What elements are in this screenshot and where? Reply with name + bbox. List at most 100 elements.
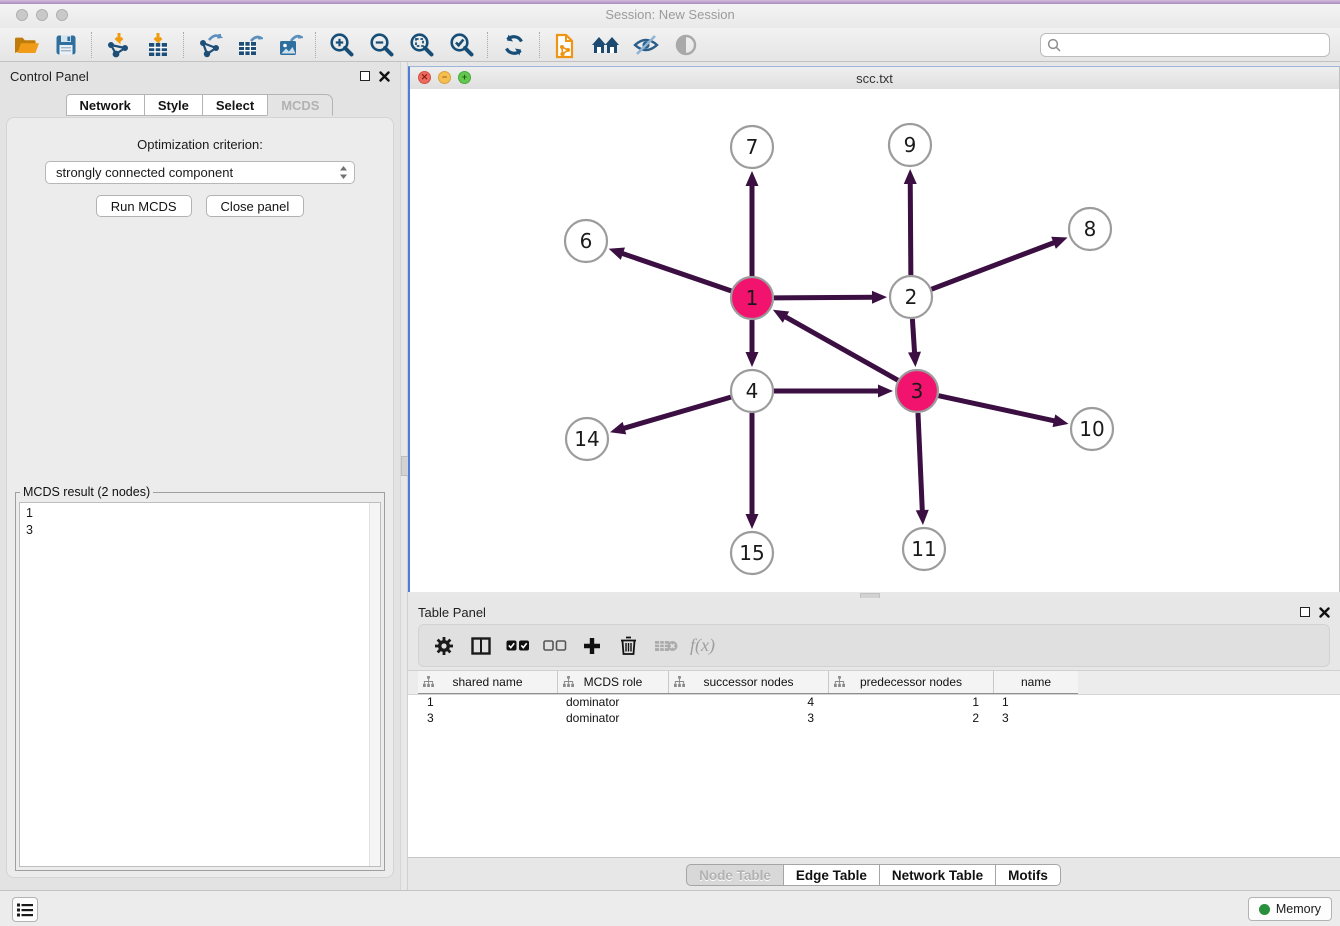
toolbar-separator (183, 32, 185, 58)
network-graph[interactable]: 7968124314101511 (410, 89, 1340, 592)
show-all-button[interactable] (666, 30, 706, 60)
eye-slash-icon (632, 33, 660, 57)
export-network-icon (197, 32, 223, 58)
zoom-fit-button[interactable] (402, 30, 442, 60)
close-panel-icon[interactable] (379, 71, 390, 82)
zoom-selected-button[interactable] (442, 30, 482, 60)
node-table-body: 1dominator4113dominator323 (418, 694, 1078, 726)
table-settings-button[interactable] (427, 630, 460, 662)
edge-arrowhead-icon (609, 248, 625, 260)
status-bar: Memory (0, 890, 1340, 926)
node-label: 4 (746, 379, 759, 403)
table-cell: 2 (828, 710, 993, 726)
node-label: 3 (911, 379, 924, 403)
column-header-shared-name[interactable]: shared name (418, 671, 557, 693)
edge-arrowhead-icon (916, 510, 929, 525)
tab-style[interactable]: Style (144, 94, 203, 116)
graph-edge-4-14[interactable] (623, 397, 731, 429)
tab-select[interactable]: Select (202, 94, 268, 116)
table-row[interactable]: 3dominator323 (418, 710, 1078, 726)
houses-icon (591, 33, 621, 57)
function-builder-button[interactable]: f(x) (690, 635, 715, 656)
table-panel-header: Table Panel (408, 598, 1340, 626)
control-panel-title: Control Panel (10, 69, 360, 84)
memory-status-icon (1259, 904, 1270, 915)
edge-arrowhead-icon (1051, 237, 1067, 249)
table-tab-motifs[interactable]: Motifs (995, 864, 1061, 886)
open-session-button[interactable] (6, 30, 46, 60)
deselect-all-columns-button[interactable] (538, 630, 571, 662)
refresh-view-button[interactable] (494, 30, 534, 60)
graph-edge-1-2[interactable] (774, 297, 874, 298)
frame-close-icon[interactable]: ✕ (418, 71, 431, 84)
graph-edge-3-11[interactable] (918, 413, 922, 512)
import-network-button[interactable] (98, 30, 138, 60)
graph-edge-2-3[interactable] (912, 319, 914, 354)
control-panel-header: Control Panel (0, 62, 400, 90)
frame-maximize-icon[interactable]: + (458, 71, 471, 84)
result-line: 1 (26, 505, 380, 522)
table-tab-edge-table[interactable]: Edge Table (783, 864, 880, 886)
memory-label: Memory (1276, 902, 1321, 916)
graph-edge-2-8[interactable] (932, 242, 1056, 289)
network-window-titlebar[interactable]: ✕ − + scc.txt (410, 67, 1339, 90)
column-type-icon (674, 676, 685, 687)
hide-selected-button[interactable] (626, 30, 666, 60)
home-button[interactable] (586, 30, 626, 60)
select-all-columns-button[interactable] (501, 630, 534, 662)
graph-edge-2-9[interactable] (910, 182, 911, 275)
memory-button[interactable]: Memory (1248, 897, 1332, 921)
zoom-in-button[interactable] (322, 30, 362, 60)
vertical-splitter[interactable] (400, 62, 408, 890)
search-field[interactable] (1040, 33, 1330, 57)
table-tab-node-table[interactable]: Node Table (686, 864, 784, 886)
save-session-button[interactable] (46, 30, 86, 60)
graph-edge-1-6[interactable] (621, 253, 731, 291)
result-scrollbar[interactable] (369, 503, 380, 866)
node-table: shared nameMCDS role successor nodes prede… (408, 670, 1340, 858)
add-column-button[interactable] (575, 630, 608, 662)
column-label: successor nodes (703, 675, 793, 689)
tab-mcds[interactable]: MCDS (267, 94, 333, 116)
network-canvas[interactable]: 7968124314101511 (410, 89, 1339, 592)
run-mcds-button[interactable]: Run MCDS (96, 195, 192, 217)
column-type-icon (834, 676, 845, 687)
float-panel-icon[interactable] (360, 71, 370, 81)
table-tab-network-table[interactable]: Network Table (879, 864, 996, 886)
delete-table-button[interactable] (649, 630, 682, 662)
optimization-criterion-select[interactable]: strongly connected component (45, 161, 355, 184)
column-header-successor-nodes[interactable]: successor nodes (668, 671, 828, 693)
float-panel-icon[interactable] (1300, 607, 1310, 617)
table-row[interactable]: 1dominator411 (418, 694, 1078, 710)
tab-network[interactable]: Network (66, 94, 145, 116)
column-header-predecessor-nodes[interactable]: predecessor nodes (828, 671, 993, 693)
zoom-out-button[interactable] (362, 30, 402, 60)
search-input[interactable] (1065, 37, 1323, 54)
window-title: Session: New Session (0, 7, 1340, 22)
mcds-result-text[interactable]: 13 (19, 502, 381, 867)
column-header-mcds-role[interactable]: MCDS role (557, 671, 668, 693)
graph-edge-3-1[interactable] (784, 316, 898, 380)
export-network-button[interactable] (190, 30, 230, 60)
graph-edge-3-10[interactable] (938, 396, 1055, 421)
export-image-button[interactable] (270, 30, 310, 60)
control-panel-tabs: NetworkStyleSelectMCDS (0, 93, 400, 116)
import-network-icon (105, 32, 131, 58)
delete-column-button[interactable] (612, 630, 645, 662)
trash-icon (620, 636, 637, 655)
show-column-button[interactable] (464, 630, 497, 662)
table-cell: 1 (418, 694, 557, 710)
import-table-button[interactable] (138, 30, 178, 60)
export-image-icon (277, 32, 303, 58)
new-network-from-file-button[interactable] (546, 30, 586, 60)
close-panel-icon[interactable] (1319, 607, 1330, 618)
mcds-result-title: MCDS result (2 nodes) (20, 485, 153, 499)
optimization-criterion-label: Optimization criterion: (7, 137, 393, 152)
column-label: name (1021, 675, 1051, 689)
table-cell: dominator (557, 694, 668, 710)
export-table-button[interactable] (230, 30, 270, 60)
show-panels-button[interactable] (12, 897, 38, 922)
frame-minimize-icon[interactable]: − (438, 71, 451, 84)
close-panel-button[interactable]: Close panel (206, 195, 305, 217)
column-header-name[interactable]: name (993, 671, 1078, 693)
